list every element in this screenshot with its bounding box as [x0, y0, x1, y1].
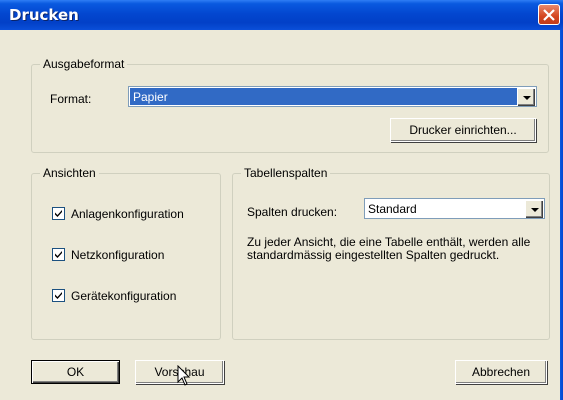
columns-select[interactable]: Standard — [364, 198, 545, 219]
format-select[interactable]: Papier — [128, 86, 537, 107]
checkbox-label-geraetekonfiguration: Gerätekonfiguration — [71, 289, 177, 303]
columns-label: Spalten drucken: — [247, 205, 338, 219]
dialog-body: Ausgabeformat Format: Papier Drucker ein… — [0, 30, 560, 400]
title-bar[interactable]: Drucken — [0, 0, 563, 30]
chevron-down-icon[interactable] — [525, 200, 543, 218]
format-value: Papier — [130, 88, 517, 105]
checkbox-geraetekonfiguration[interactable] — [52, 289, 65, 302]
ok-button[interactable]: OK — [31, 360, 120, 384]
columns-value: Standard — [368, 202, 417, 216]
checkbox-netzkonfiguration[interactable] — [52, 248, 65, 261]
close-icon — [543, 9, 555, 21]
printer-setup-button[interactable]: Drucker einrichten... — [390, 118, 536, 142]
chevron-down-icon[interactable] — [517, 88, 535, 106]
checkmark-icon — [55, 251, 62, 258]
output-format-legend: Ausgabeformat — [40, 57, 128, 71]
checkbox-anlagenkonfiguration[interactable] — [52, 207, 65, 220]
cancel-button[interactable]: Abbrechen — [455, 360, 547, 384]
close-button[interactable] — [538, 4, 560, 25]
columns-description: Zu jeder Ansicht, die eine Tabelle enthä… — [247, 235, 531, 262]
checkbox-label-anlagenkonfiguration: Anlagenkonfiguration — [71, 207, 184, 221]
print-dialog: Drucken Ausgabeformat Format: Papier Dru… — [0, 0, 563, 400]
window-title: Drucken — [9, 6, 79, 24]
views-legend: Ansichten — [40, 166, 99, 180]
checkmark-icon — [55, 292, 62, 299]
checkmark-icon — [55, 210, 62, 217]
table-columns-legend: Tabellenspalten — [241, 166, 331, 180]
checkbox-label-netzkonfiguration: Netzkonfiguration — [71, 248, 165, 262]
mouse-pointer-icon — [177, 365, 191, 386]
format-label: Format: — [50, 92, 92, 106]
